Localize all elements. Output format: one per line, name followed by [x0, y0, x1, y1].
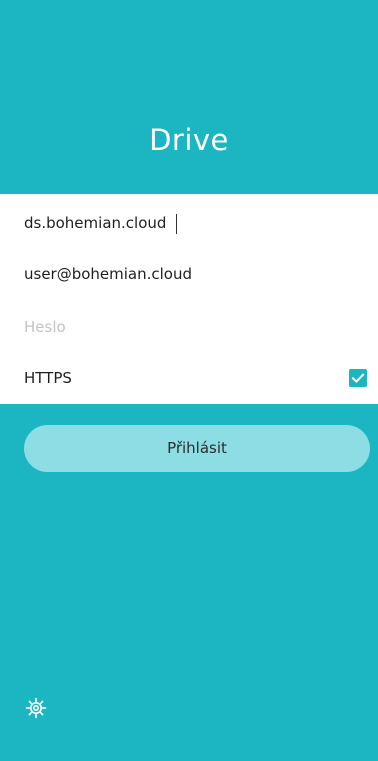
login-form: HTTPS: [0, 194, 378, 404]
https-checkbox[interactable]: [349, 369, 367, 387]
username-input[interactable]: [24, 256, 354, 292]
app-title: Drive: [149, 123, 229, 157]
text-cursor: [176, 214, 177, 234]
settings-button[interactable]: [24, 696, 48, 720]
password-input[interactable]: [24, 309, 354, 345]
login-screen: Drive HTTPS Přihlásit: [0, 0, 378, 761]
server-address-input[interactable]: [24, 205, 354, 241]
https-label: HTTPS: [24, 369, 72, 387]
checkmark-icon: [351, 373, 365, 384]
https-option-row[interactable]: HTTPS: [0, 360, 378, 396]
gear-icon: [25, 697, 47, 719]
login-button[interactable]: Přihlásit: [24, 425, 370, 472]
app-header: Drive: [0, 0, 378, 194]
